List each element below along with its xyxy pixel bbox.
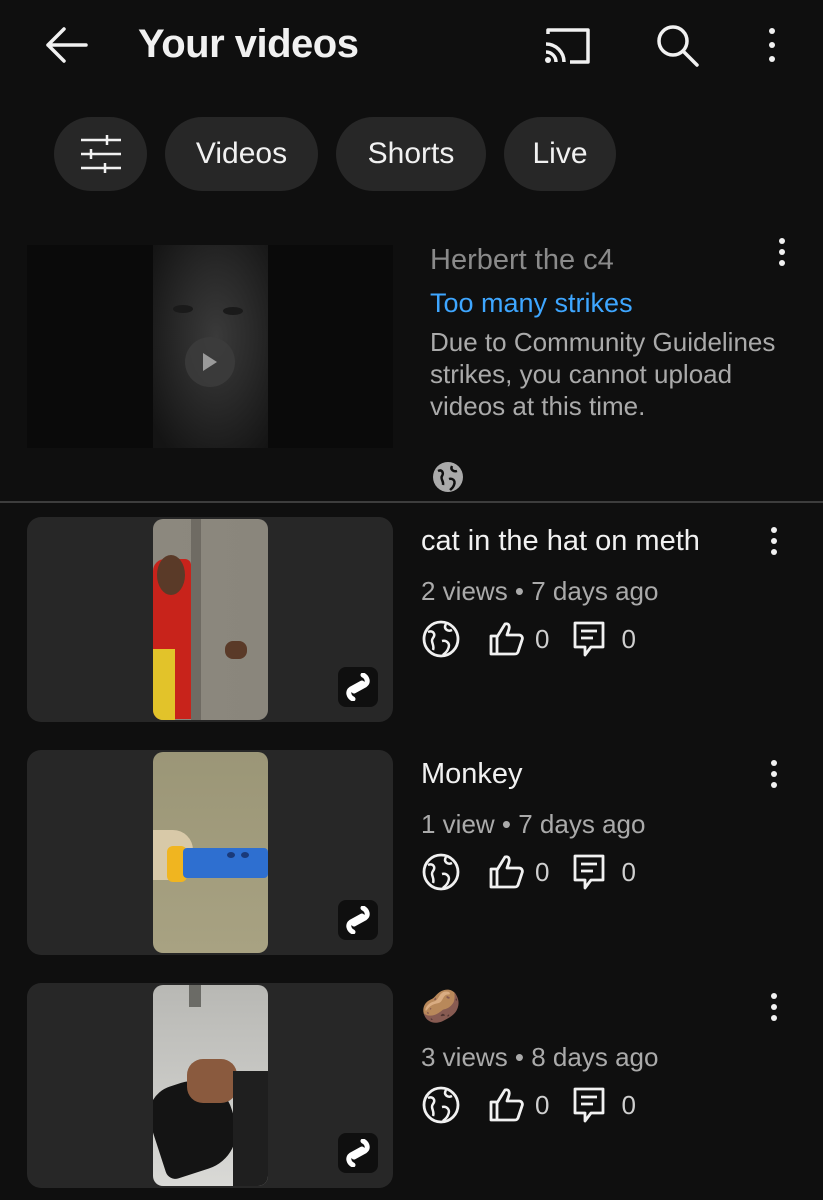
thumb-up-icon: [489, 622, 524, 656]
search-icon: [657, 25, 699, 67]
thumbnail-image: [153, 752, 268, 953]
video-title: Monkey: [421, 758, 523, 790]
back-arrow-icon: [46, 27, 88, 63]
visibility-public-icon: [432, 461, 464, 493]
shorts-logo-icon: [346, 1139, 370, 1167]
video-meta: 2 views • 7 days ago: [421, 576, 659, 606]
globe-icon: [422, 853, 460, 891]
search-button[interactable]: [652, 22, 702, 68]
video-thumbnail[interactable]: [27, 517, 393, 722]
filter-sliders-icon: [80, 135, 121, 173]
shorts-logo-icon: [346, 673, 370, 701]
strike-status-link[interactable]: Too many strikes: [430, 288, 633, 319]
comment-count: 0: [621, 623, 636, 654]
play-button[interactable]: [185, 337, 235, 387]
more-options-button[interactable]: [757, 24, 787, 66]
shorts-badge: [338, 900, 378, 940]
video-item-blocked[interactable]: Herbert the c4 Too many strikes Due to C…: [0, 230, 823, 500]
video-item[interactable]: cat in the hat on meth 2 views • 7 days …: [0, 505, 823, 735]
shorts-badge: [338, 1133, 378, 1173]
shorts-logo-icon: [346, 906, 370, 934]
video-thumbnail[interactable]: [27, 245, 393, 448]
filter-chip-live[interactable]: Live: [504, 117, 616, 191]
comment-icon: [574, 854, 605, 890]
globe-icon: [422, 1086, 460, 1124]
filter-settings-chip[interactable]: [54, 117, 147, 191]
thumbnail-image: [153, 519, 268, 720]
video-thumbnail[interactable]: [27, 983, 393, 1188]
video-stats: 0 0: [421, 619, 636, 659]
divider: [0, 501, 823, 503]
video-meta: 3 views • 8 days ago: [421, 1042, 659, 1072]
filter-chip-videos[interactable]: Videos: [165, 117, 318, 191]
video-options-button[interactable]: [767, 234, 797, 270]
video-item[interactable]: Monkey 1 view • 7 days ago 0 0: [0, 738, 823, 968]
comment-count: 0: [621, 1089, 636, 1120]
video-title: Herbert the c4: [430, 244, 614, 276]
globe-icon: [433, 462, 463, 492]
video-options-button[interactable]: [759, 756, 789, 792]
video-thumbnail[interactable]: [27, 750, 393, 955]
like-count: 0: [535, 1089, 550, 1120]
video-stats: 0 0: [421, 852, 636, 892]
back-button[interactable]: [40, 22, 90, 68]
video-options-button[interactable]: [759, 989, 789, 1025]
thumb-up-icon: [489, 855, 524, 889]
cast-icon: [545, 28, 590, 64]
thumb-up-icon: [489, 1088, 524, 1122]
like-count: 0: [535, 856, 550, 887]
filter-chip-shorts[interactable]: Shorts: [336, 117, 486, 191]
video-stats: 0 0: [421, 1085, 636, 1125]
cast-button[interactable]: [540, 24, 594, 68]
play-icon: [203, 353, 217, 371]
like-count: 0: [535, 623, 550, 654]
shorts-badge: [338, 667, 378, 707]
comment-icon: [574, 1087, 605, 1123]
video-options-button[interactable]: [759, 523, 789, 559]
comment-icon: [574, 621, 605, 657]
video-title: cat in the hat on meth: [421, 525, 700, 557]
video-title: 🥔: [421, 988, 461, 1024]
video-item[interactable]: 🥔 3 views • 8 days ago 0 0: [0, 971, 823, 1200]
comment-count: 0: [621, 856, 636, 887]
globe-icon: [422, 620, 460, 658]
strike-description: Due to Community Guidelines strikes, you…: [430, 327, 776, 421]
video-meta: 1 view • 7 days ago: [421, 809, 646, 839]
thumbnail-image: [153, 985, 268, 1186]
page-title: Your videos: [138, 22, 359, 66]
